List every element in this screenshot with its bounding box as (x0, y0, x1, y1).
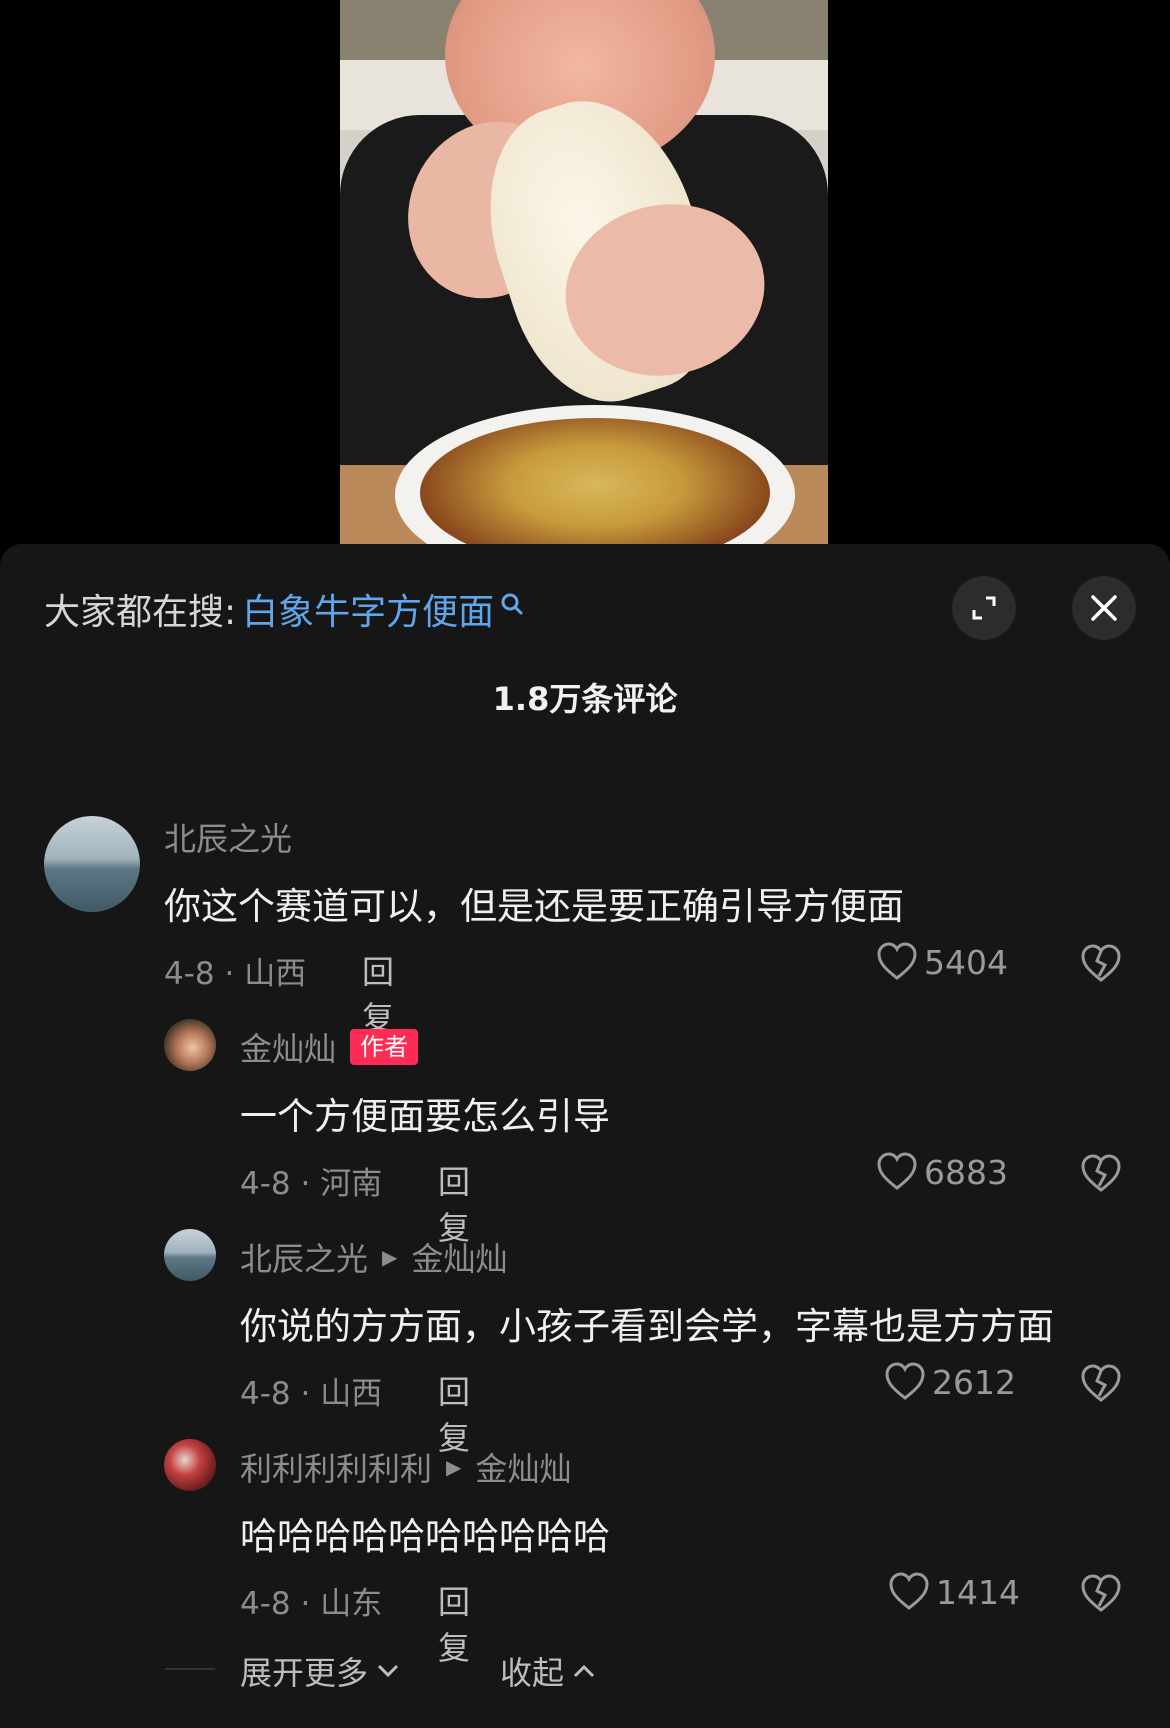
dislike-button[interactable] (1080, 1364, 1122, 1408)
trending-search-label: 大家都在搜: (44, 592, 237, 633)
comment-username[interactable]: 北辰之光 ▶ 金灿灿 (240, 1234, 507, 1280)
comment-text: 你说的方方面，小孩子看到会学，字幕也是方方面 (240, 1305, 1054, 1348)
like-button[interactable]: 1414 (888, 1572, 1020, 1612)
reply-arrow-icon: ▶ (382, 1245, 398, 1269)
username-text: 北辰之光 (240, 1240, 369, 1278)
avatar[interactable] (164, 1439, 216, 1491)
comment-sheet: 大家都在搜: 白象牛字方便面 1.8万条评论 北辰之光 你这个赛道可以，但是还是… (0, 544, 1170, 1728)
like-button[interactable]: 6883 (876, 1152, 1008, 1192)
expand-more-button[interactable]: 展开更多 (240, 1648, 400, 1694)
broken-heart-icon (1081, 1574, 1121, 1612)
like-count: 5404 (924, 942, 1008, 982)
avatar[interactable] (164, 1229, 216, 1281)
avatar[interactable] (44, 816, 140, 912)
comment-text: 你这个赛道可以，但是还是要正确引导方便面 (164, 885, 904, 928)
expand-more-label: 展开更多 (240, 1654, 369, 1692)
dislike-button[interactable] (1080, 944, 1122, 988)
comment-meta: 4-8 · 山西 (164, 956, 307, 992)
heart-icon (877, 942, 917, 980)
heart-icon (889, 1572, 929, 1610)
like-count: 2612 (932, 1362, 1016, 1402)
comment-username[interactable]: 利利利利利利 ▶ 金灿灿 (240, 1444, 571, 1490)
reply-arrow-icon: ▶ (446, 1455, 462, 1479)
author-badge: 作者 (350, 1029, 419, 1065)
collapse-label: 收起 (500, 1654, 565, 1692)
heart-icon (877, 1152, 917, 1190)
broken-heart-icon (1081, 944, 1121, 982)
avatar[interactable] (164, 1019, 216, 1071)
like-count: 1414 (936, 1572, 1020, 1612)
like-button[interactable]: 5404 (876, 942, 1008, 982)
like-count: 6883 (924, 1152, 1008, 1192)
divider (165, 1668, 215, 1670)
video-frame (340, 0, 828, 545)
reply-button[interactable]: 回复 (438, 1577, 470, 1669)
expand-button[interactable] (952, 576, 1016, 640)
close-button[interactable] (1072, 576, 1136, 640)
comment-text: 哈哈哈哈哈哈哈哈哈哈 (240, 1515, 610, 1558)
expand-icon (972, 596, 996, 620)
broken-heart-icon (1081, 1364, 1121, 1402)
comment-username[interactable]: 金灿灿 作者 (240, 1024, 419, 1070)
comment-count-title: 1.8万条评论 (492, 680, 678, 718)
broken-heart-icon (1081, 1154, 1121, 1192)
dislike-button[interactable] (1080, 1574, 1122, 1618)
video-player[interactable] (0, 0, 1170, 560)
comment-username[interactable]: 北辰之光 (164, 814, 292, 860)
comment-meta: 4-8 · 河南 (240, 1166, 383, 1202)
comment-meta: 4-8 · 山东 (240, 1586, 383, 1622)
collapse-button[interactable]: 收起 (500, 1648, 596, 1694)
chevron-up-icon (573, 1664, 595, 1678)
chevron-down-icon (377, 1664, 399, 1678)
reply-to-username: 金灿灿 (475, 1450, 572, 1488)
dislike-button[interactable] (1080, 1154, 1122, 1198)
close-icon (1091, 595, 1117, 621)
heart-icon (885, 1362, 925, 1400)
comment-meta: 4-8 · 山西 (240, 1376, 383, 1412)
trending-search-term[interactable]: 白象牛字方便面 (242, 583, 494, 635)
trending-search[interactable]: 大家都在搜: 白象牛字方便面 (44, 584, 526, 634)
comment-text: 一个方便面要怎么引导 (240, 1095, 610, 1138)
reply-to-username: 金灿灿 (411, 1240, 508, 1278)
username-text: 利利利利利利 (240, 1450, 433, 1488)
username-text: 金灿灿 (240, 1030, 337, 1068)
search-icon (500, 586, 526, 615)
like-button[interactable]: 2612 (884, 1362, 1016, 1402)
